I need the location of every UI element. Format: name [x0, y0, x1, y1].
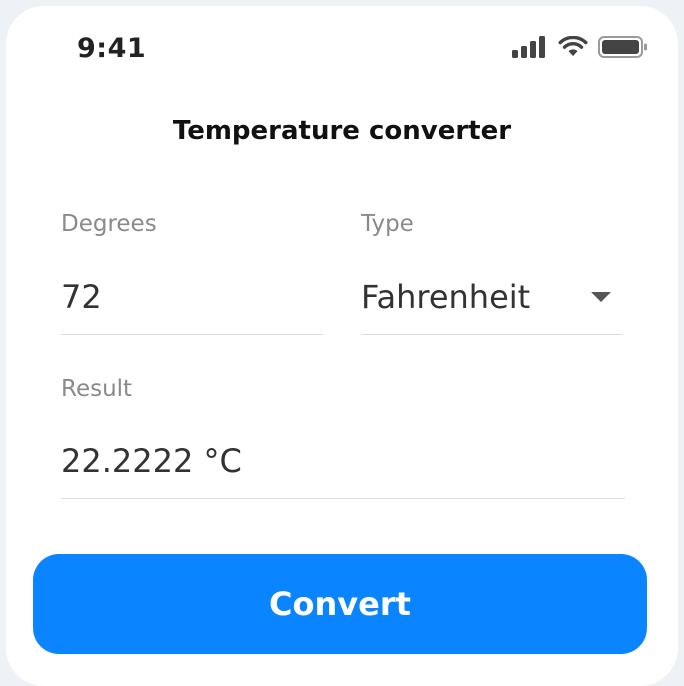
battery-icon: [598, 36, 647, 58]
convert-button[interactable]: Convert: [33, 554, 647, 654]
degrees-input[interactable]: 72: [61, 268, 323, 335]
status-time: 9:41: [77, 33, 147, 64]
status-bar: 9:41: [6, 6, 678, 86]
chevron-down-icon: [591, 292, 611, 302]
result-underline: [61, 498, 625, 499]
type-underline: [361, 334, 623, 335]
type-selected-value: Fahrenheit: [361, 278, 531, 316]
degrees-value: 72: [61, 278, 102, 316]
result-value: 22.2222 °C: [61, 442, 242, 480]
type-label: Type: [361, 211, 414, 237]
signal-icon: [512, 36, 545, 58]
degrees-underline: [61, 334, 323, 335]
degrees-label: Degrees: [61, 211, 157, 237]
type-select[interactable]: Fahrenheit: [361, 268, 623, 335]
result-label: Result: [61, 376, 133, 402]
status-icons: [512, 36, 648, 58]
page-title: Temperature converter: [172, 116, 512, 146]
result-field: 22.2222 °C: [61, 432, 625, 499]
phone-screen: 9:41 Temperature converter Degrees 72 Ty…: [6, 6, 678, 686]
wifi-icon: [558, 36, 588, 56]
